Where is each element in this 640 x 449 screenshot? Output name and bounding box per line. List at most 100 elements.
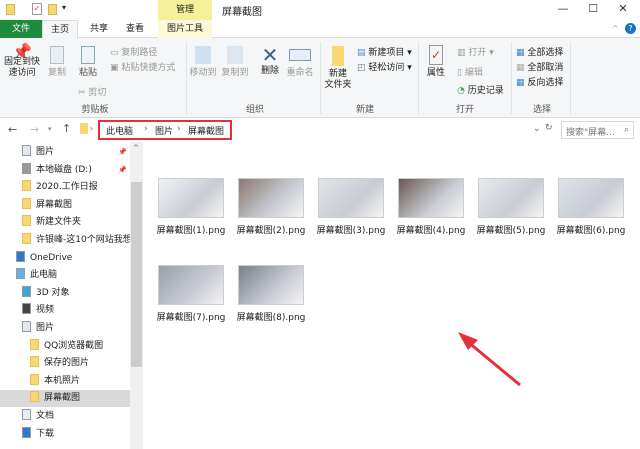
rename-button[interactable]: 重命名 xyxy=(284,46,316,79)
select-all-icon: ▦ xyxy=(516,48,528,58)
invert-selection-icon: ▦ xyxy=(516,78,528,88)
nav-item[interactable]: 保存的图片 xyxy=(0,355,130,372)
copy-icon xyxy=(50,46,64,64)
nav-item[interactable]: 视频 xyxy=(0,302,130,319)
properties-button[interactable]: ✓ 属性 xyxy=(422,45,450,79)
copy-button[interactable]: 复制 xyxy=(44,46,70,79)
nav-item-label: 本机照片 xyxy=(44,375,81,386)
pin-quick-access-button[interactable]: 📌 固定到快 速访问 xyxy=(2,44,42,79)
file-item[interactable]: 屏幕截图(2).png xyxy=(236,178,306,236)
nav-item-label: 此电脑 xyxy=(30,270,58,281)
nav-item[interactable]: 许银峰-这10个网站我想 xyxy=(0,232,130,249)
recent-locations-icon[interactable]: ▾ xyxy=(48,125,52,133)
delete-button[interactable]: ✕ 删除 xyxy=(256,44,284,77)
doc-icon xyxy=(22,409,31,420)
close-button[interactable]: ✕ xyxy=(608,2,638,15)
nav-item-label: 本地磁盘 (D:) xyxy=(36,164,92,175)
back-button[interactable]: ← xyxy=(8,123,17,136)
nav-item[interactable]: 本机照片 xyxy=(0,373,130,390)
pc-icon xyxy=(16,268,25,280)
tab-file[interactable]: 文件 xyxy=(0,20,42,38)
copy-path-icon: ▭ xyxy=(110,48,122,58)
nav-item-label: 许银峰-这10个网站我想 xyxy=(36,235,130,245)
up-button[interactable]: ↑ xyxy=(62,122,71,135)
new-folder-icon xyxy=(332,46,344,66)
invert-selection-button[interactable]: ▦ 反向选择 xyxy=(516,75,563,88)
history-button[interactable]: ◔ 历史记录 xyxy=(457,83,504,96)
nav-item[interactable]: QQ浏览器截图 xyxy=(0,338,130,355)
tab-home[interactable]: 主页 xyxy=(42,20,78,39)
3d-icon xyxy=(22,285,31,297)
nav-item[interactable]: 3D 对象 xyxy=(0,285,130,302)
nav-item[interactable]: 2020.工作日报 xyxy=(0,179,130,196)
pin-icon: 📌 xyxy=(118,165,127,174)
arrow-shaft xyxy=(467,340,521,387)
folder-icon xyxy=(22,197,31,209)
paste-shortcut-button[interactable]: ▣ 粘贴快捷方式 xyxy=(110,60,175,73)
customize-quick-access-icon[interactable]: ▾ xyxy=(62,3,66,12)
nav-item[interactable]: 图片 📌 xyxy=(0,144,130,161)
new-folder-button[interactable]: 新建 文件夹 xyxy=(322,46,354,91)
scroll-up-icon[interactable]: ^ xyxy=(133,144,139,152)
manage-tab[interactable]: 管理 xyxy=(158,0,212,20)
select-group-label: 选择 xyxy=(532,105,551,115)
file-name: 屏幕截图(1).png xyxy=(156,226,226,236)
file-item[interactable]: 屏幕截图(7).png xyxy=(156,265,226,323)
file-item[interactable]: 屏幕截图(4).png xyxy=(396,178,466,236)
nav-item-label: 视频 xyxy=(36,305,55,316)
refresh-icon[interactable]: ↻ xyxy=(545,123,553,133)
search-icon: ⌕ xyxy=(623,125,629,135)
paste-button[interactable]: 粘贴 xyxy=(76,46,100,79)
copy-path-button[interactable]: ▭ 复制路径 xyxy=(110,45,157,58)
cut-button[interactable]: ✂ 剪切 xyxy=(78,85,106,98)
forward-button[interactable]: → xyxy=(30,123,39,136)
easy-access-icon: ◰ xyxy=(357,63,369,73)
open-button[interactable]: ▥ 打开 ▾ xyxy=(457,45,494,58)
nav-item[interactable]: 图片 xyxy=(0,320,130,337)
delete-x-icon: ✕ xyxy=(261,43,279,67)
address-dropdown-icon[interactable]: ⌄ xyxy=(533,124,541,134)
file-item[interactable]: 屏幕截图(6).png xyxy=(556,178,626,236)
collapse-ribbon-icon[interactable]: ^ xyxy=(612,24,619,33)
properties-quick-icon[interactable]: ✓ xyxy=(32,3,42,15)
divider xyxy=(418,42,419,114)
nav-item[interactable]: 下载 xyxy=(0,426,130,443)
select-none-button[interactable]: ▦ 全部取消 xyxy=(516,60,563,73)
easy-access-button[interactable]: ◰ 轻松访问 ▾ xyxy=(357,60,412,73)
nav-item[interactable]: 本地磁盘 (D:) 📌 xyxy=(0,162,130,179)
nav-item[interactable]: 屏幕截图 xyxy=(0,390,130,408)
nav-item[interactable]: 此电脑 xyxy=(0,267,130,284)
nav-item-label: QQ浏览器截图 xyxy=(44,340,104,351)
nav-item[interactable]: 文档 xyxy=(0,408,130,425)
tab-share[interactable]: 共享 xyxy=(82,20,116,38)
tab-view[interactable]: 查看 xyxy=(118,20,152,38)
tab-picture-tools[interactable]: 图片工具 xyxy=(158,20,212,38)
file-item[interactable]: 屏幕截图(8).png xyxy=(236,265,306,323)
file-name: 屏幕截图(7).png xyxy=(156,313,226,323)
copy-to-button[interactable]: 复制到 xyxy=(220,46,250,79)
file-item[interactable]: 屏幕截图(3).png xyxy=(316,178,386,236)
nav-item[interactable]: OneDrive xyxy=(0,250,130,267)
file-thumbnail xyxy=(238,265,304,305)
maximize-button[interactable]: ☐ xyxy=(578,2,608,15)
nav-item-label: 下载 xyxy=(36,428,55,439)
minimize-button[interactable]: — xyxy=(548,2,578,15)
new-folder-quick-icon[interactable] xyxy=(48,4,57,15)
scrollbar-thumb[interactable] xyxy=(131,182,142,367)
new-item-button[interactable]: ▤ 新建项目 ▾ xyxy=(357,45,412,58)
nav-item-label: 屏幕截图 xyxy=(44,393,81,404)
search-input[interactable]: 搜索"屏幕... ⌕ xyxy=(561,121,634,139)
select-all-button[interactable]: ▦ 全部选择 xyxy=(516,45,563,58)
move-to-button[interactable]: 移动到 xyxy=(188,46,218,79)
properties-check-icon: ✓ xyxy=(429,45,443,65)
nav-scrollbar[interactable]: ^ xyxy=(130,142,143,449)
edit-button[interactable]: ▯ 编辑 xyxy=(457,65,483,78)
nav-item[interactable]: 新建文件夹 xyxy=(0,214,130,231)
file-item[interactable]: 屏幕截图(1).png xyxy=(156,178,226,236)
file-name: 屏幕截图(6).png xyxy=(556,226,626,236)
file-item[interactable]: 屏幕截图(5).png xyxy=(476,178,546,236)
copy-to-icon xyxy=(227,46,243,64)
help-icon[interactable]: ? xyxy=(625,23,636,34)
nav-item[interactable]: 屏幕截图 xyxy=(0,197,130,214)
nav-item-label: 3D 对象 xyxy=(36,287,70,298)
